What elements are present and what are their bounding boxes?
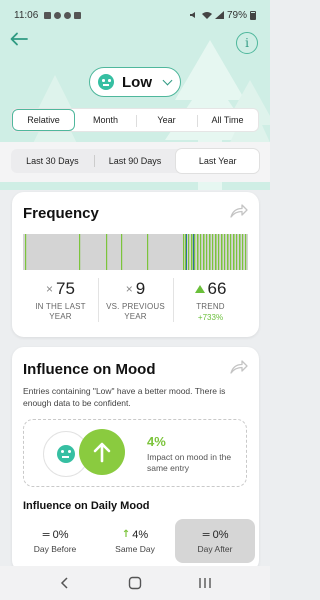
nav-recents-button[interactable] — [195, 573, 215, 593]
twitch-notification-icon — [74, 11, 82, 19]
stat-value: 66 — [207, 279, 227, 298]
tab-all-time[interactable]: All Time — [197, 109, 258, 131]
stat-caption: TREND — [196, 302, 225, 311]
range-tabs: Relative Month Year All Time — [11, 108, 259, 132]
equals-icon: = — [201, 528, 211, 541]
status-bar: 11:06 79% — [0, 0, 270, 30]
daily-mood-title: Influence on Daily Mood — [23, 500, 150, 512]
stat-value: 9 — [135, 279, 146, 298]
frequency-timeline — [23, 234, 248, 270]
stat-caption: VS. PREVIOUS YEAR — [106, 302, 165, 321]
daily-day-after[interactable]: = 0% Day After — [175, 519, 255, 563]
stat-vs-previous-year: × 9 VS. PREVIOUS YEAR — [98, 278, 173, 328]
period-tabs: Last 30 Days Last 90 Days Last Year — [11, 149, 260, 173]
times-icon: × — [125, 282, 133, 296]
frequency-stats: × 75 IN THE LAST YEAR × 9 VS. PREVIOUS YEA… — [23, 278, 248, 328]
back-button[interactable] — [10, 32, 32, 50]
impact-value: 4% — [147, 434, 166, 449]
share-icon[interactable] — [230, 360, 248, 374]
daily-label: Same Day — [115, 543, 155, 554]
signal-icon — [214, 11, 224, 19]
mood-face-icon — [98, 74, 114, 90]
nav-back-icon — [60, 577, 68, 589]
mood-face-icon — [57, 445, 75, 463]
tab-month[interactable]: Month — [75, 109, 136, 131]
info-icon: i — [245, 36, 249, 50]
nav-home-icon — [128, 576, 142, 590]
tab-year[interactable]: Year — [136, 109, 197, 131]
chevron-down-icon — [162, 75, 173, 85]
frequency-timeline-bars — [25, 234, 247, 270]
up-triangle-icon — [194, 285, 205, 293]
nav-recents-icon — [199, 578, 211, 588]
share-icon[interactable] — [230, 204, 248, 218]
battery-percent: 79% — [226, 9, 247, 21]
stat-caption: IN THE LAST YEAR — [35, 302, 86, 321]
status-time: 11:06 — [14, 9, 39, 21]
daily-label: Day After — [197, 544, 233, 554]
trend-change: +733% — [197, 313, 224, 322]
info-button[interactable]: i — [236, 32, 258, 54]
nav-home-button[interactable] — [125, 573, 145, 593]
frequency-title: Frequency — [23, 205, 99, 222]
impact-circle — [79, 429, 125, 475]
chat-notification-icon — [64, 11, 72, 19]
period-last-year[interactable]: Last Year — [176, 149, 260, 173]
mood-label: Low — [122, 73, 152, 91]
period-last-30-days[interactable]: Last 30 Days — [11, 149, 94, 173]
up-arrow-icon — [93, 442, 111, 463]
up-arrow-icon: ↑ — [121, 529, 131, 540]
daily-day-before[interactable]: = 0% Day Before — [15, 519, 95, 563]
app-notification-icon — [54, 11, 62, 19]
mood-selector[interactable]: Low — [89, 67, 181, 97]
daily-same-day[interactable]: ↑ 4% Same Day — [95, 519, 175, 563]
influence-impact-box: 4% Impact on mood in the same entry — [23, 419, 247, 487]
mute-icon — [189, 12, 195, 18]
daily-value: 0% — [52, 528, 69, 541]
influence-description: Entries containing "Low" have a better m… — [23, 386, 226, 408]
back-arrow-icon — [10, 32, 28, 46]
daily-mood-row: = 0% Day Before ↑ 4% Same Day = 0% Day Afte… — [12, 519, 258, 563]
daily-value: 0% — [212, 528, 229, 541]
tab-relative[interactable]: Relative — [12, 109, 75, 131]
gallery-notification-icon — [44, 11, 52, 19]
wifi-icon — [201, 12, 212, 19]
times-icon: × — [46, 282, 54, 296]
daily-label: Day Before — [33, 544, 77, 554]
daily-value: 4% — [132, 528, 149, 541]
equals-icon: = — [41, 528, 51, 541]
influence-card: Influence on Mood Entries containing "Lo… — [12, 347, 259, 572]
influence-title: Influence on Mood — [23, 361, 156, 378]
nav-back-button[interactable] — [55, 573, 75, 593]
impact-caption: Impact on mood in the same entry — [147, 452, 232, 473]
battery-icon — [250, 10, 256, 20]
stat-value: 75 — [56, 279, 75, 298]
stat-last-year: × 75 IN THE LAST YEAR — [23, 278, 98, 328]
system-nav-bar — [0, 566, 270, 600]
period-last-90-days[interactable]: Last 90 Days — [93, 149, 177, 173]
stat-trend: 66 TREND +733% — [173, 278, 248, 328]
frequency-card: Frequency × 75 IN THE LAST YEAR × 9 VS. … — [12, 192, 259, 337]
